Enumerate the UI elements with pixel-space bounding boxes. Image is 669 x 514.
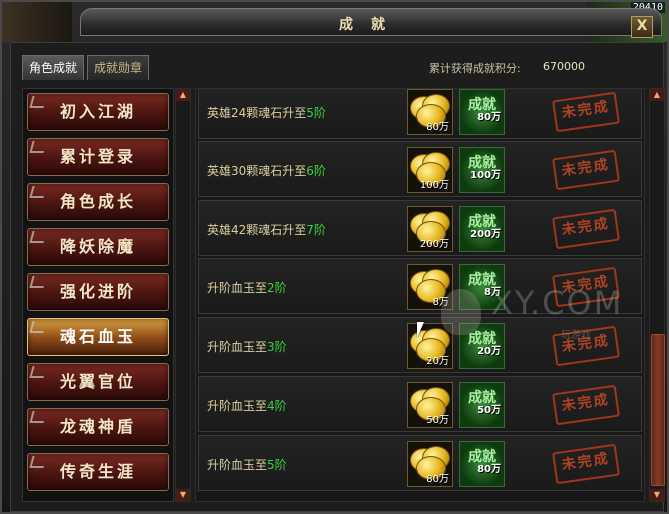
gold-reward: 50万 xyxy=(407,382,453,428)
category-item[interactable]: 龙魂神盾 xyxy=(27,408,169,446)
achievement-badge: 成就 200万 xyxy=(459,206,505,252)
category-label: 传奇生涯 xyxy=(59,462,136,481)
check-icon xyxy=(29,411,47,423)
achievement-desc: 英雄42颗魂石升至7阶 xyxy=(207,223,326,237)
gold-amount: 20万 xyxy=(426,356,449,367)
gold-reward: 20万 xyxy=(407,323,453,369)
category-list: 初入江湖 累计登录 角色成长 降妖除魔 强化进阶 魂石血玉 光翼官位 龙魂神盾 … xyxy=(22,88,174,502)
score-value: 670000 xyxy=(543,60,585,73)
category-item[interactable]: 角色成长 xyxy=(27,183,169,221)
badge-amount: 200万 xyxy=(470,229,501,240)
status-stamp: 未完成 xyxy=(552,325,620,367)
category-label: 龙魂神盾 xyxy=(59,417,136,436)
content-panel: 角色成就 成就勋章 累计获得成就积分: 670000 初入江湖 累计登录 角色成… xyxy=(10,42,665,512)
category-label: 角色成长 xyxy=(59,192,136,211)
gold-amount: 200万 xyxy=(419,239,449,250)
achievement-badge: 成就 80万 xyxy=(459,441,505,487)
check-icon xyxy=(29,96,47,108)
status-stamp: 未完成 xyxy=(552,91,620,133)
gold-amount: 80万 xyxy=(426,122,449,133)
badge-amount: 80万 xyxy=(477,464,501,475)
achievement-row: 英雄24颗魂石升至5阶 80万 成就 80万 未完成 xyxy=(198,89,642,139)
window-title: 成就 xyxy=(339,17,403,33)
achievement-row: 升阶血玉至5阶 80万 成就 80万 未完成 xyxy=(198,435,642,491)
badge-amount: 8万 xyxy=(484,287,501,298)
achievement-window: 20410 成就 X 角色成就 成就勋章 累计获得成就积分: 670000 初入… xyxy=(0,0,669,514)
title-bar: 成就 xyxy=(80,8,662,36)
scroll-up-icon[interactable]: ▲ xyxy=(176,89,190,101)
achievement-desc: 英雄30颗魂石升至6阶 xyxy=(207,164,326,178)
badge-amount: 50万 xyxy=(477,405,501,416)
gold-amount: 80万 xyxy=(426,474,449,485)
achievement-desc: 英雄24颗魂石升至5阶 xyxy=(207,106,326,120)
achievement-row: 升阶血玉至4阶 50万 成就 50万 未完成 xyxy=(198,376,642,432)
scroll-thumb[interactable] xyxy=(651,334,665,486)
achievement-row: 英雄42颗魂石升至7阶 200万 成就 200万 未完成 xyxy=(198,200,642,256)
score-label: 累计获得成就积分: xyxy=(429,62,521,75)
category-item[interactable]: 降妖除魔 xyxy=(27,228,169,266)
gold-amount: 8万 xyxy=(432,297,449,308)
category-label: 光翼官位 xyxy=(59,372,136,391)
category-label: 初入江湖 xyxy=(59,102,136,121)
achievement-badge: 成就 20万 xyxy=(459,323,505,369)
category-item[interactable]: 传奇生涯 xyxy=(27,453,169,491)
achievement-row: 升阶血玉至2阶 8万 成就 8万 未完成 xyxy=(198,258,642,314)
status-stamp: 未完成 xyxy=(552,266,620,308)
check-icon xyxy=(29,321,47,333)
gold-amount: 100万 xyxy=(419,180,449,191)
check-icon xyxy=(29,276,47,288)
gold-reward: 8万 xyxy=(407,264,453,310)
badge-amount: 20万 xyxy=(477,346,501,357)
achievement-badge: 成就 80万 xyxy=(459,89,505,135)
scroll-up-icon[interactable]: ▲ xyxy=(650,89,664,101)
gold-reward: 80万 xyxy=(407,441,453,487)
badge-amount: 80万 xyxy=(477,112,501,123)
gold-reward: 100万 xyxy=(407,147,453,193)
gold-reward: 80万 xyxy=(407,89,453,135)
achievement-list: 英雄24颗魂石升至5阶 80万 成就 80万 未完成 英雄30颗魂石升至6阶 10… xyxy=(195,88,645,502)
achievement-badge: 成就 100万 xyxy=(459,147,505,193)
achievement-scrollbar[interactable]: ▲ ▼ xyxy=(649,88,665,502)
status-stamp: 未完成 xyxy=(552,149,620,191)
check-icon xyxy=(29,456,47,468)
mouse-cursor-icon xyxy=(417,322,424,338)
tab-achievement-medals[interactable]: 成就勋章 xyxy=(87,55,150,80)
category-item[interactable]: 累计登录 xyxy=(27,138,169,176)
achievement-desc: 升阶血玉至2阶 xyxy=(207,281,287,295)
check-icon xyxy=(29,141,47,153)
check-icon xyxy=(29,366,47,378)
category-label: 降妖除魔 xyxy=(59,237,136,256)
scroll-down-icon[interactable]: ▼ xyxy=(176,489,190,501)
category-item[interactable]: 初入江湖 xyxy=(27,93,169,131)
status-stamp: 未完成 xyxy=(552,384,620,426)
achievement-desc: 升阶血玉至3阶 xyxy=(207,340,287,354)
category-label: 累计登录 xyxy=(59,147,136,166)
category-item[interactable]: 光翼官位 xyxy=(27,363,169,401)
tab-role-achievements[interactable]: 角色成就 xyxy=(22,55,85,80)
achievement-badge: 成就 50万 xyxy=(459,382,505,428)
gold-reward: 200万 xyxy=(407,206,453,252)
badge-amount: 100万 xyxy=(470,170,501,181)
category-scrollbar[interactable]: ▲ ▼ xyxy=(175,88,191,502)
close-button[interactable]: X xyxy=(631,16,653,38)
status-stamp: 未完成 xyxy=(552,208,620,250)
scroll-down-icon[interactable]: ▼ xyxy=(650,489,664,501)
gold-amount: 50万 xyxy=(426,415,449,426)
achievement-desc: 升阶血玉至5阶 xyxy=(207,458,287,472)
achievement-badge: 成就 8万 xyxy=(459,264,505,310)
status-stamp: 未完成 xyxy=(552,443,620,485)
category-label: 强化进阶 xyxy=(59,282,136,301)
game-background-left xyxy=(2,2,72,42)
achievement-row: 英雄30颗魂石升至6阶 100万 成就 100万 未完成 xyxy=(198,141,642,197)
category-label: 魂石血玉 xyxy=(59,327,136,346)
check-icon xyxy=(29,231,47,243)
achievement-desc: 升阶血玉至4阶 xyxy=(207,399,287,413)
category-item-selected[interactable]: 魂石血玉 xyxy=(27,318,169,356)
check-icon xyxy=(29,186,47,198)
category-item[interactable]: 强化进阶 xyxy=(27,273,169,311)
